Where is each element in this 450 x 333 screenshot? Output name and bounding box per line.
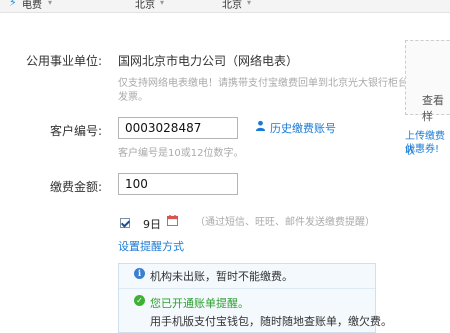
amount-label: 缴费金额: <box>49 180 102 194</box>
reminder-checkbox[interactable] <box>120 218 130 228</box>
unit-value: 国网北京市电力公司（网络电表） <box>118 54 299 68</box>
reminder-settings-link[interactable]: 设置提醒方式 <box>118 238 184 254</box>
account-label: 客户编号: <box>49 124 102 138</box>
reminder-day-select[interactable]: 9日 <box>143 216 161 232</box>
province-tab[interactable]: 北京 <box>135 0 155 11</box>
unit-label: 公用事业单位: <box>25 54 102 68</box>
success-title: 您已开通账单提醒。 <box>150 297 249 310</box>
reminder-note: （通过短信、旺旺、邮件发送缴费提醒） <box>195 217 375 228</box>
category-tab[interactable]: 电费 <box>22 0 42 11</box>
panel-divider <box>119 288 375 289</box>
history-accounts-link[interactable]: 历史缴费账号 <box>270 120 336 136</box>
info-icon: i <box>134 268 145 279</box>
lightning-icon: ⚡ <box>9 0 17 9</box>
chevron-down-icon[interactable]: ▾ <box>48 0 52 7</box>
city-tab[interactable]: 北京 <box>222 0 242 11</box>
amount-input[interactable]: 100 <box>118 173 238 195</box>
notice-text: 机构未出账，暂时不能缴费。 <box>150 270 293 283</box>
coupon-link[interactable]: 优惠券! <box>405 140 439 155</box>
chevron-down-icon[interactable]: ▾ <box>247 0 251 7</box>
unit-note-line1: 仅支持网络电表缴电！请携带支付宝缴费回单到北京光大银行柜台打印 <box>118 78 428 89</box>
top-bar: ⚡ 电费 ▾ 北京 ▾ 北京 ▾ <box>0 0 450 13</box>
person-icon[interactable] <box>255 120 266 131</box>
chevron-down-icon[interactable]: ▾ <box>160 0 164 7</box>
calendar-icon[interactable] <box>167 215 178 226</box>
account-input[interactable]: 0003028487 <box>118 117 238 139</box>
sample-card-label[interactable]: 查看样 <box>422 92 450 124</box>
unit-note-line2: 发票。 <box>118 92 148 103</box>
check-icon: ✓ <box>134 295 145 306</box>
account-hint: 客户编号是10或12位数字。 <box>118 148 244 159</box>
